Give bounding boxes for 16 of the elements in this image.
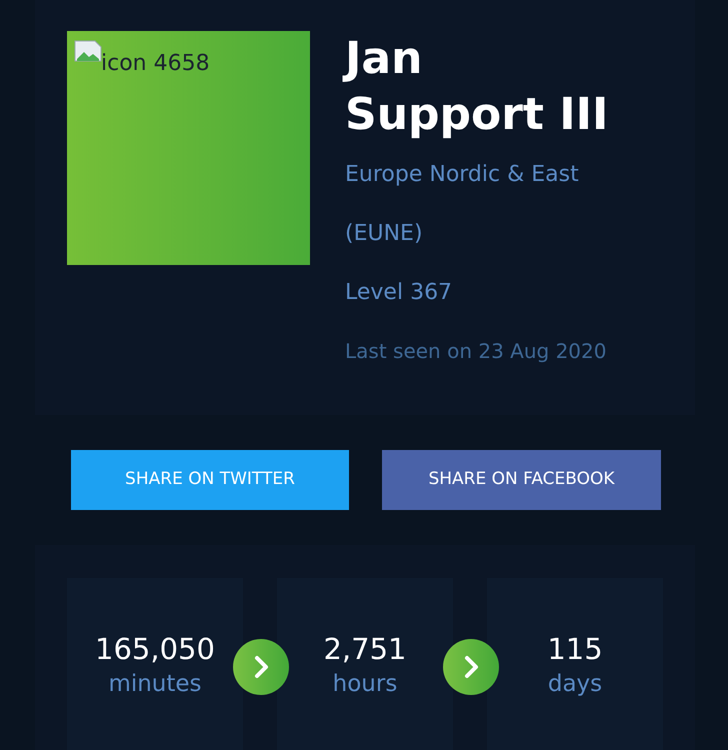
stat-value: 2,751 — [323, 631, 407, 668]
stat-unit: minutes — [108, 670, 202, 699]
stat-unit: days — [548, 670, 602, 699]
player-name: Support III — [345, 88, 608, 142]
level-text: Level 367 — [345, 279, 454, 307]
facebook-share-button[interactable]: SHARE ON FACEBOOK — [382, 450, 661, 510]
region-text: Europe Nordic & East — [345, 161, 580, 189]
player-name: Jan — [345, 31, 608, 87]
stat-value: 115 — [547, 631, 603, 668]
region-code: (EUNE) — [345, 220, 424, 248]
stat-value: 165,050 — [95, 631, 215, 668]
stat-unit: hours — [332, 670, 398, 699]
chevron-right-button[interactable] — [443, 639, 499, 695]
chevron-right-button[interactable] — [233, 639, 289, 695]
image-alt-text: icon 4658 — [101, 53, 210, 75]
last-seen-text: Last seen on 23 Aug 2020 — [345, 338, 608, 365]
